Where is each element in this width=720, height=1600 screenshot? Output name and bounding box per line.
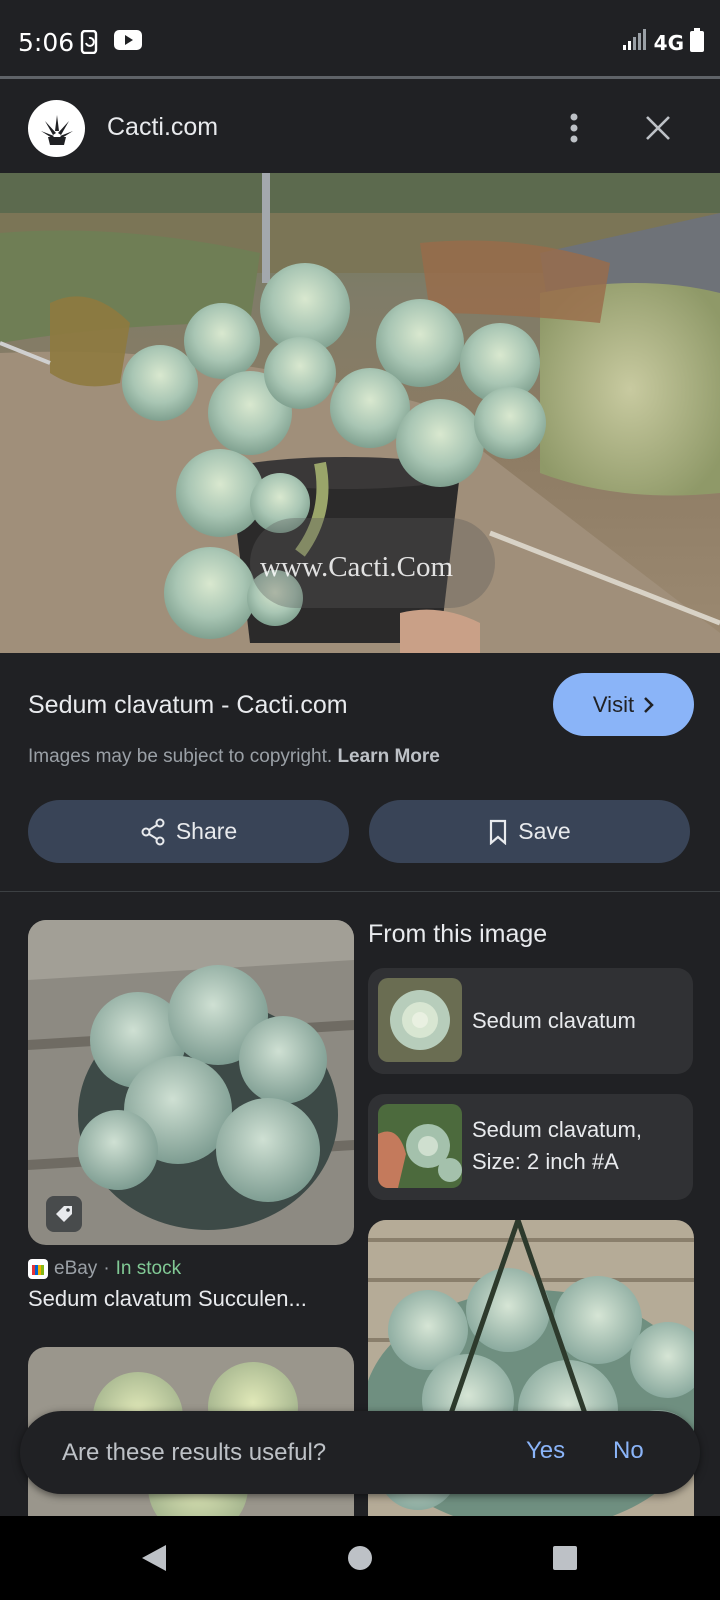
status-right: 4G xyxy=(622,28,704,57)
screen-record-icon xyxy=(80,29,100,59)
entity-thumbnail xyxy=(378,978,462,1062)
copyright-text: Images may be subject to copyright. xyxy=(28,746,333,767)
watermark-text: www.Cacti.Com xyxy=(260,551,454,583)
recents-icon xyxy=(553,1546,577,1570)
system-nav-bar xyxy=(0,1516,720,1600)
product-title[interactable]: Sedum clavatum Succulen... xyxy=(28,1286,348,1312)
battery-icon xyxy=(690,28,704,57)
entity-thumbnail xyxy=(378,1104,462,1188)
visit-button[interactable]: Visit xyxy=(553,673,694,736)
result-title[interactable]: Sedum clavatum - Cacti.com xyxy=(28,691,348,720)
from-image-heading: From this image xyxy=(368,920,548,948)
network-label: 4G xyxy=(653,30,684,55)
save-button[interactable]: Save xyxy=(369,800,690,863)
agave-logo-icon xyxy=(28,100,85,157)
hero-image[interactable]: www.Cacti.Com xyxy=(0,173,720,653)
chevron-right-icon xyxy=(644,696,654,713)
result-info: Sedum clavatum - Cacti.com Visit Images … xyxy=(0,653,720,893)
status-bar: 5:06 4G xyxy=(0,0,720,86)
share-button[interactable]: Share xyxy=(28,800,349,863)
home-icon xyxy=(348,1546,372,1570)
copyright-notice: Images may be subject to copyright. Lear… xyxy=(28,746,440,768)
status-divider xyxy=(0,76,720,79)
share-label: Share xyxy=(175,818,238,844)
feedback-prompt: Are these results useful? Yes No xyxy=(20,1411,700,1494)
entity-label-line1: Sedum clavatum, xyxy=(472,1117,642,1142)
source-name: eBay xyxy=(54,1258,98,1279)
source-line: eBay · In stock xyxy=(28,1258,181,1280)
recents-button[interactable] xyxy=(543,1536,587,1580)
entity-label: Sedum clavatum xyxy=(472,1008,636,1033)
learn-more-link[interactable]: Learn More xyxy=(337,746,439,767)
availability-badge: In stock xyxy=(115,1258,182,1279)
signal-icon xyxy=(622,29,648,56)
feedback-question: Are these results useful? xyxy=(62,1439,327,1466)
section-divider xyxy=(0,891,720,892)
feedback-yes-button[interactable]: Yes xyxy=(526,1437,565,1465)
ebay-logo-icon xyxy=(28,1259,48,1279)
feedback-no-button[interactable]: No xyxy=(613,1437,644,1465)
entity-card-sedum-clavatum-2inch[interactable]: Sedum clavatum, Size: 2 inch #A xyxy=(368,1094,693,1200)
entity-label-line2: Size: 2 inch #A xyxy=(472,1149,619,1174)
back-button[interactable] xyxy=(132,1536,176,1580)
youtube-icon xyxy=(114,30,142,55)
related-image-ebay[interactable] xyxy=(28,920,354,1245)
site-name[interactable]: Cacti.com xyxy=(107,113,218,142)
home-button[interactable] xyxy=(338,1536,382,1580)
share-icon xyxy=(141,818,165,845)
separator-dot: · xyxy=(103,1258,110,1279)
more-vert-icon xyxy=(570,113,578,143)
price-tag-icon xyxy=(46,1196,82,1232)
close-button[interactable] xyxy=(638,108,678,148)
header: Cacti.com xyxy=(0,80,720,173)
save-label: Save xyxy=(518,818,571,844)
back-icon xyxy=(142,1545,166,1571)
status-time: 5:06 xyxy=(18,28,75,57)
more-options-button[interactable] xyxy=(556,110,592,146)
visit-label: Visit xyxy=(592,691,635,717)
entity-card-sedum-clavatum[interactable]: Sedum clavatum xyxy=(368,968,693,1074)
close-icon xyxy=(646,116,670,140)
bookmark-icon xyxy=(490,819,507,845)
